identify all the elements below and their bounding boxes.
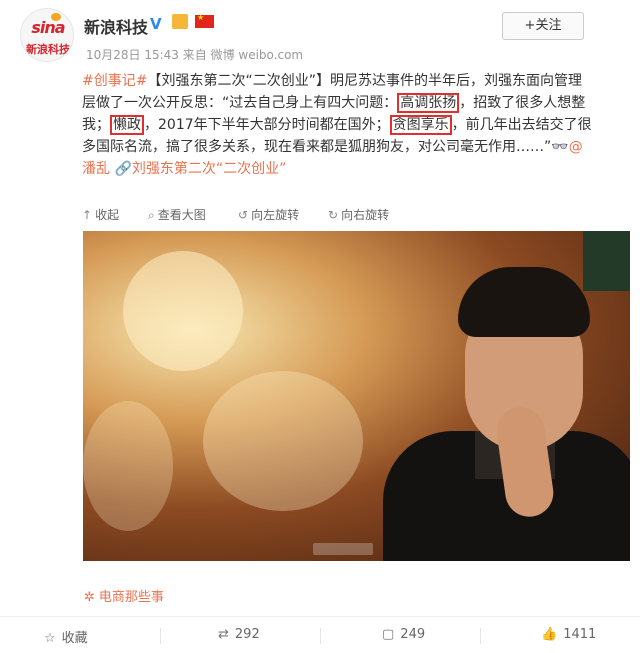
highlight-box: 懒政	[110, 115, 144, 135]
post-photo[interactable]	[83, 231, 630, 561]
star-icon: ☆	[44, 631, 56, 646]
rotate-right-button[interactable]: ↻ 向右旋转	[328, 206, 389, 223]
post-text-segment: 【刘强东第二次“二次创业”】明尼苏达事件的半年后，刘强东面向管理	[147, 73, 582, 89]
rotate-right-icon: ↻	[328, 208, 339, 222]
bokeh-light	[203, 371, 363, 511]
like-count: 1411	[563, 627, 597, 642]
comment-count: 249	[400, 627, 426, 642]
glasses-emoji-icon: 👓	[551, 139, 569, 155]
post-line-1: #创事记#【刘强东第二次“二次创业”】明尼苏达事件的半年后，刘强东面向管理	[82, 70, 634, 92]
view-large-label: 查看大图	[157, 208, 206, 222]
like-button[interactable]: 👍 1411	[541, 627, 596, 642]
magnifier-icon: ⌕	[148, 208, 155, 222]
thumbs-up-icon: 👍	[541, 627, 558, 642]
mention-link[interactable]: 潘乱	[82, 161, 110, 177]
repost-icon: ⇄	[218, 627, 229, 642]
vip-crown-icon[interactable]	[172, 14, 188, 29]
post-text: #创事记#【刘强东第二次“二次创业”】明尼苏达事件的半年后，刘强东面向管理 层做…	[82, 70, 634, 180]
follow-button[interactable]: +关注	[502, 12, 584, 40]
post-text-segment: 多国际名流，搞了很多关系，现在看来都是狐朋狗友，对公司毫无作用……”	[82, 139, 552, 155]
verified-icon: V	[150, 15, 162, 33]
highlight-box: 贪图享乐	[389, 115, 452, 135]
collapse-button[interactable]: ↑ 收起	[82, 206, 119, 223]
post-meta: 10月28日 15:43 来自 微博 weibo.com	[86, 48, 304, 62]
post-line-2: 层做了一次公开反思：“过去自己身上有四大问题： 高调张扬 ，招致了很多人想整	[82, 92, 634, 114]
avatar-logo-text: sina	[31, 18, 65, 37]
view-large-button[interactable]: ⌕ 查看大图	[148, 206, 206, 223]
divider	[480, 628, 481, 644]
china-flag-icon	[195, 13, 214, 28]
link-icon: 🔗	[114, 161, 132, 177]
bokeh-light	[83, 401, 173, 531]
person-hair	[458, 267, 590, 337]
background-panel	[583, 231, 630, 291]
topic-tag[interactable]: ✲ 电商那些事	[84, 586, 164, 605]
rotate-left-icon: ↺	[238, 208, 249, 222]
post-line-5: 潘乱 🔗刘强东第二次“二次创业”	[82, 158, 634, 180]
comment-icon: ▢	[382, 627, 395, 642]
divider	[160, 628, 161, 644]
mention-at[interactable]: @	[569, 139, 583, 155]
post-text-segment: ，2017年下半年大部分时间都在国外；	[144, 117, 390, 133]
favorite-label: 收藏	[61, 631, 88, 646]
topic-tag-label: 电商那些事	[98, 590, 164, 605]
avatar-logo-subtext: 新浪科技	[26, 43, 70, 56]
collapse-label: 收起	[95, 208, 120, 222]
topic-link[interactable]: #创事记#	[82, 73, 147, 89]
article-link[interactable]: 🔗刘强东第二次“二次创业”	[114, 161, 286, 177]
post-line-4: 多国际名流，搞了很多关系，现在看来都是狐朋狗友，对公司毫无作用……”👓@	[82, 136, 634, 158]
post-header: sina 新浪科技 新浪科技 V 10月28日 15:43 来自 微博 weib…	[0, 0, 640, 66]
user-name[interactable]: 新浪科技	[84, 14, 148, 38]
post-line-3: 我； 懒政 ，2017年下半年大部分时间都在国外； 贪图享乐 ，前几年出去结交了很	[82, 114, 634, 136]
bokeh-light	[123, 251, 243, 371]
rotate-left-button[interactable]: ↺ 向左旋转	[238, 206, 299, 223]
collapse-icon: ↑	[82, 208, 93, 222]
post-text-segment: 层做了一次公开反思：“过去自己身上有四大问题：	[82, 95, 398, 111]
highlight-box: 高调张扬	[397, 93, 460, 113]
image-watermark	[313, 543, 373, 555]
rotate-right-label: 向右旋转	[341, 208, 390, 222]
repost-button[interactable]: ⇄ 292	[218, 627, 260, 642]
avatar[interactable]: sina 新浪科技	[20, 8, 74, 62]
post-text-segment: ，招致了很多人想整	[459, 95, 586, 111]
post-footer: ☆ 收藏 ⇄ 292 ▢ 249 👍 1411	[0, 616, 640, 653]
article-link-label: 刘强东第二次“二次创业”	[131, 161, 287, 177]
post-text-segment: ，前几年出去结交了很	[451, 117, 592, 133]
image-actions: ↑ 收起 ⌕ 查看大图 ↺ 向左旋转 ↻ 向右旋转	[82, 202, 634, 226]
comment-button[interactable]: ▢ 249	[382, 627, 425, 642]
divider	[320, 628, 321, 644]
repost-count: 292	[234, 627, 260, 642]
rotate-left-label: 向左旋转	[251, 208, 300, 222]
post-text-segment: 我；	[82, 117, 110, 133]
favorite-button[interactable]: ☆ 收藏	[44, 627, 88, 646]
topic-gear-icon: ✲	[84, 590, 95, 605]
